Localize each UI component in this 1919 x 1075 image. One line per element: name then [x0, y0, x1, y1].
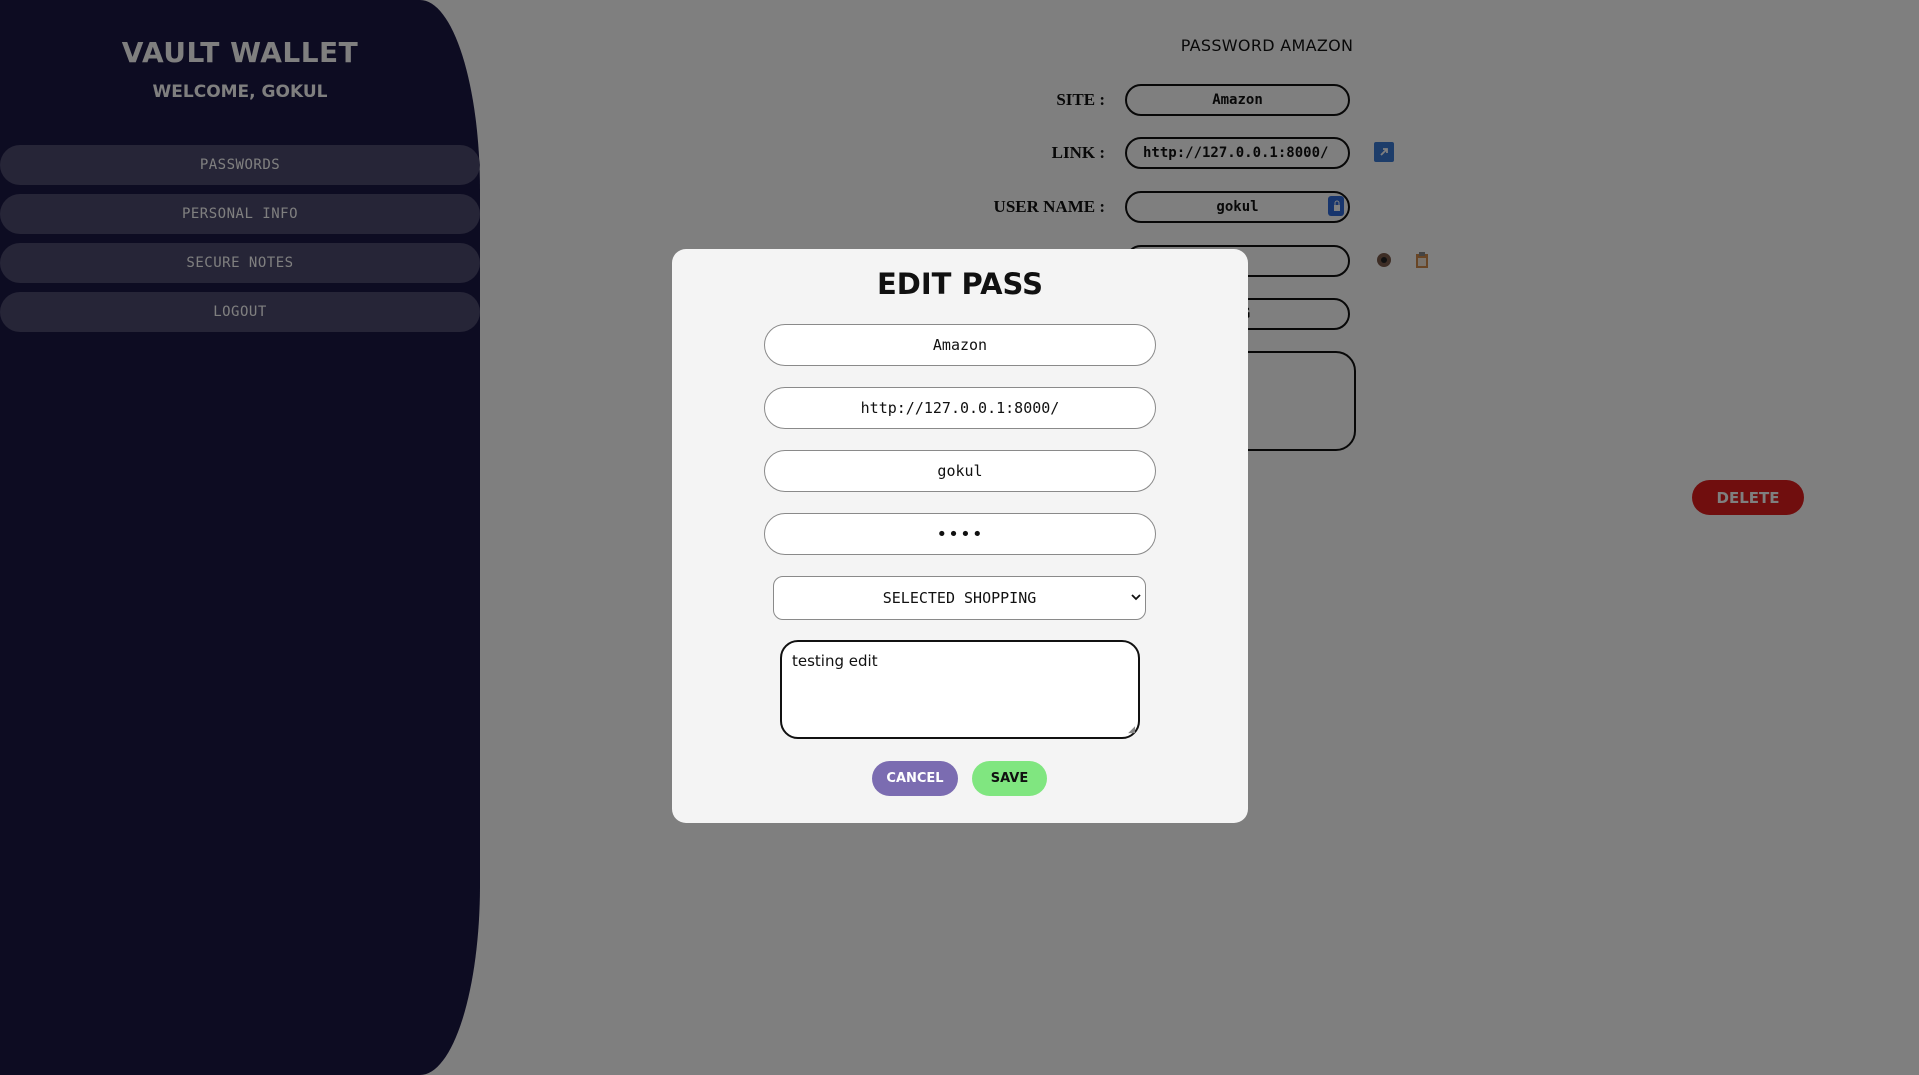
chevron-down-icon — [1131, 590, 1141, 604]
notes-textarea[interactable]: testing edit ◢ — [780, 640, 1140, 739]
notes-text: testing edit — [792, 652, 878, 670]
cancel-button[interactable]: CANCEL — [872, 761, 958, 796]
site-input[interactable]: Amazon — [764, 324, 1156, 366]
password-input[interactable]: •••• — [764, 513, 1156, 555]
category-select-value: SELECTED SHOPPING — [882, 589, 1037, 607]
category-select[interactable]: SELECTED SHOPPING — [773, 576, 1146, 620]
username-input[interactable]: gokul — [764, 450, 1156, 492]
link-input[interactable]: http://127.0.0.1:8000/ — [764, 387, 1156, 429]
resize-grip-icon[interactable]: ◢ — [1128, 725, 1135, 735]
edit-password-modal: EDIT PASS Amazon http://127.0.0.1:8000/ … — [672, 249, 1248, 823]
modal-title: EDIT PASS — [876, 267, 1044, 301]
save-button[interactable]: SAVE — [972, 761, 1047, 796]
